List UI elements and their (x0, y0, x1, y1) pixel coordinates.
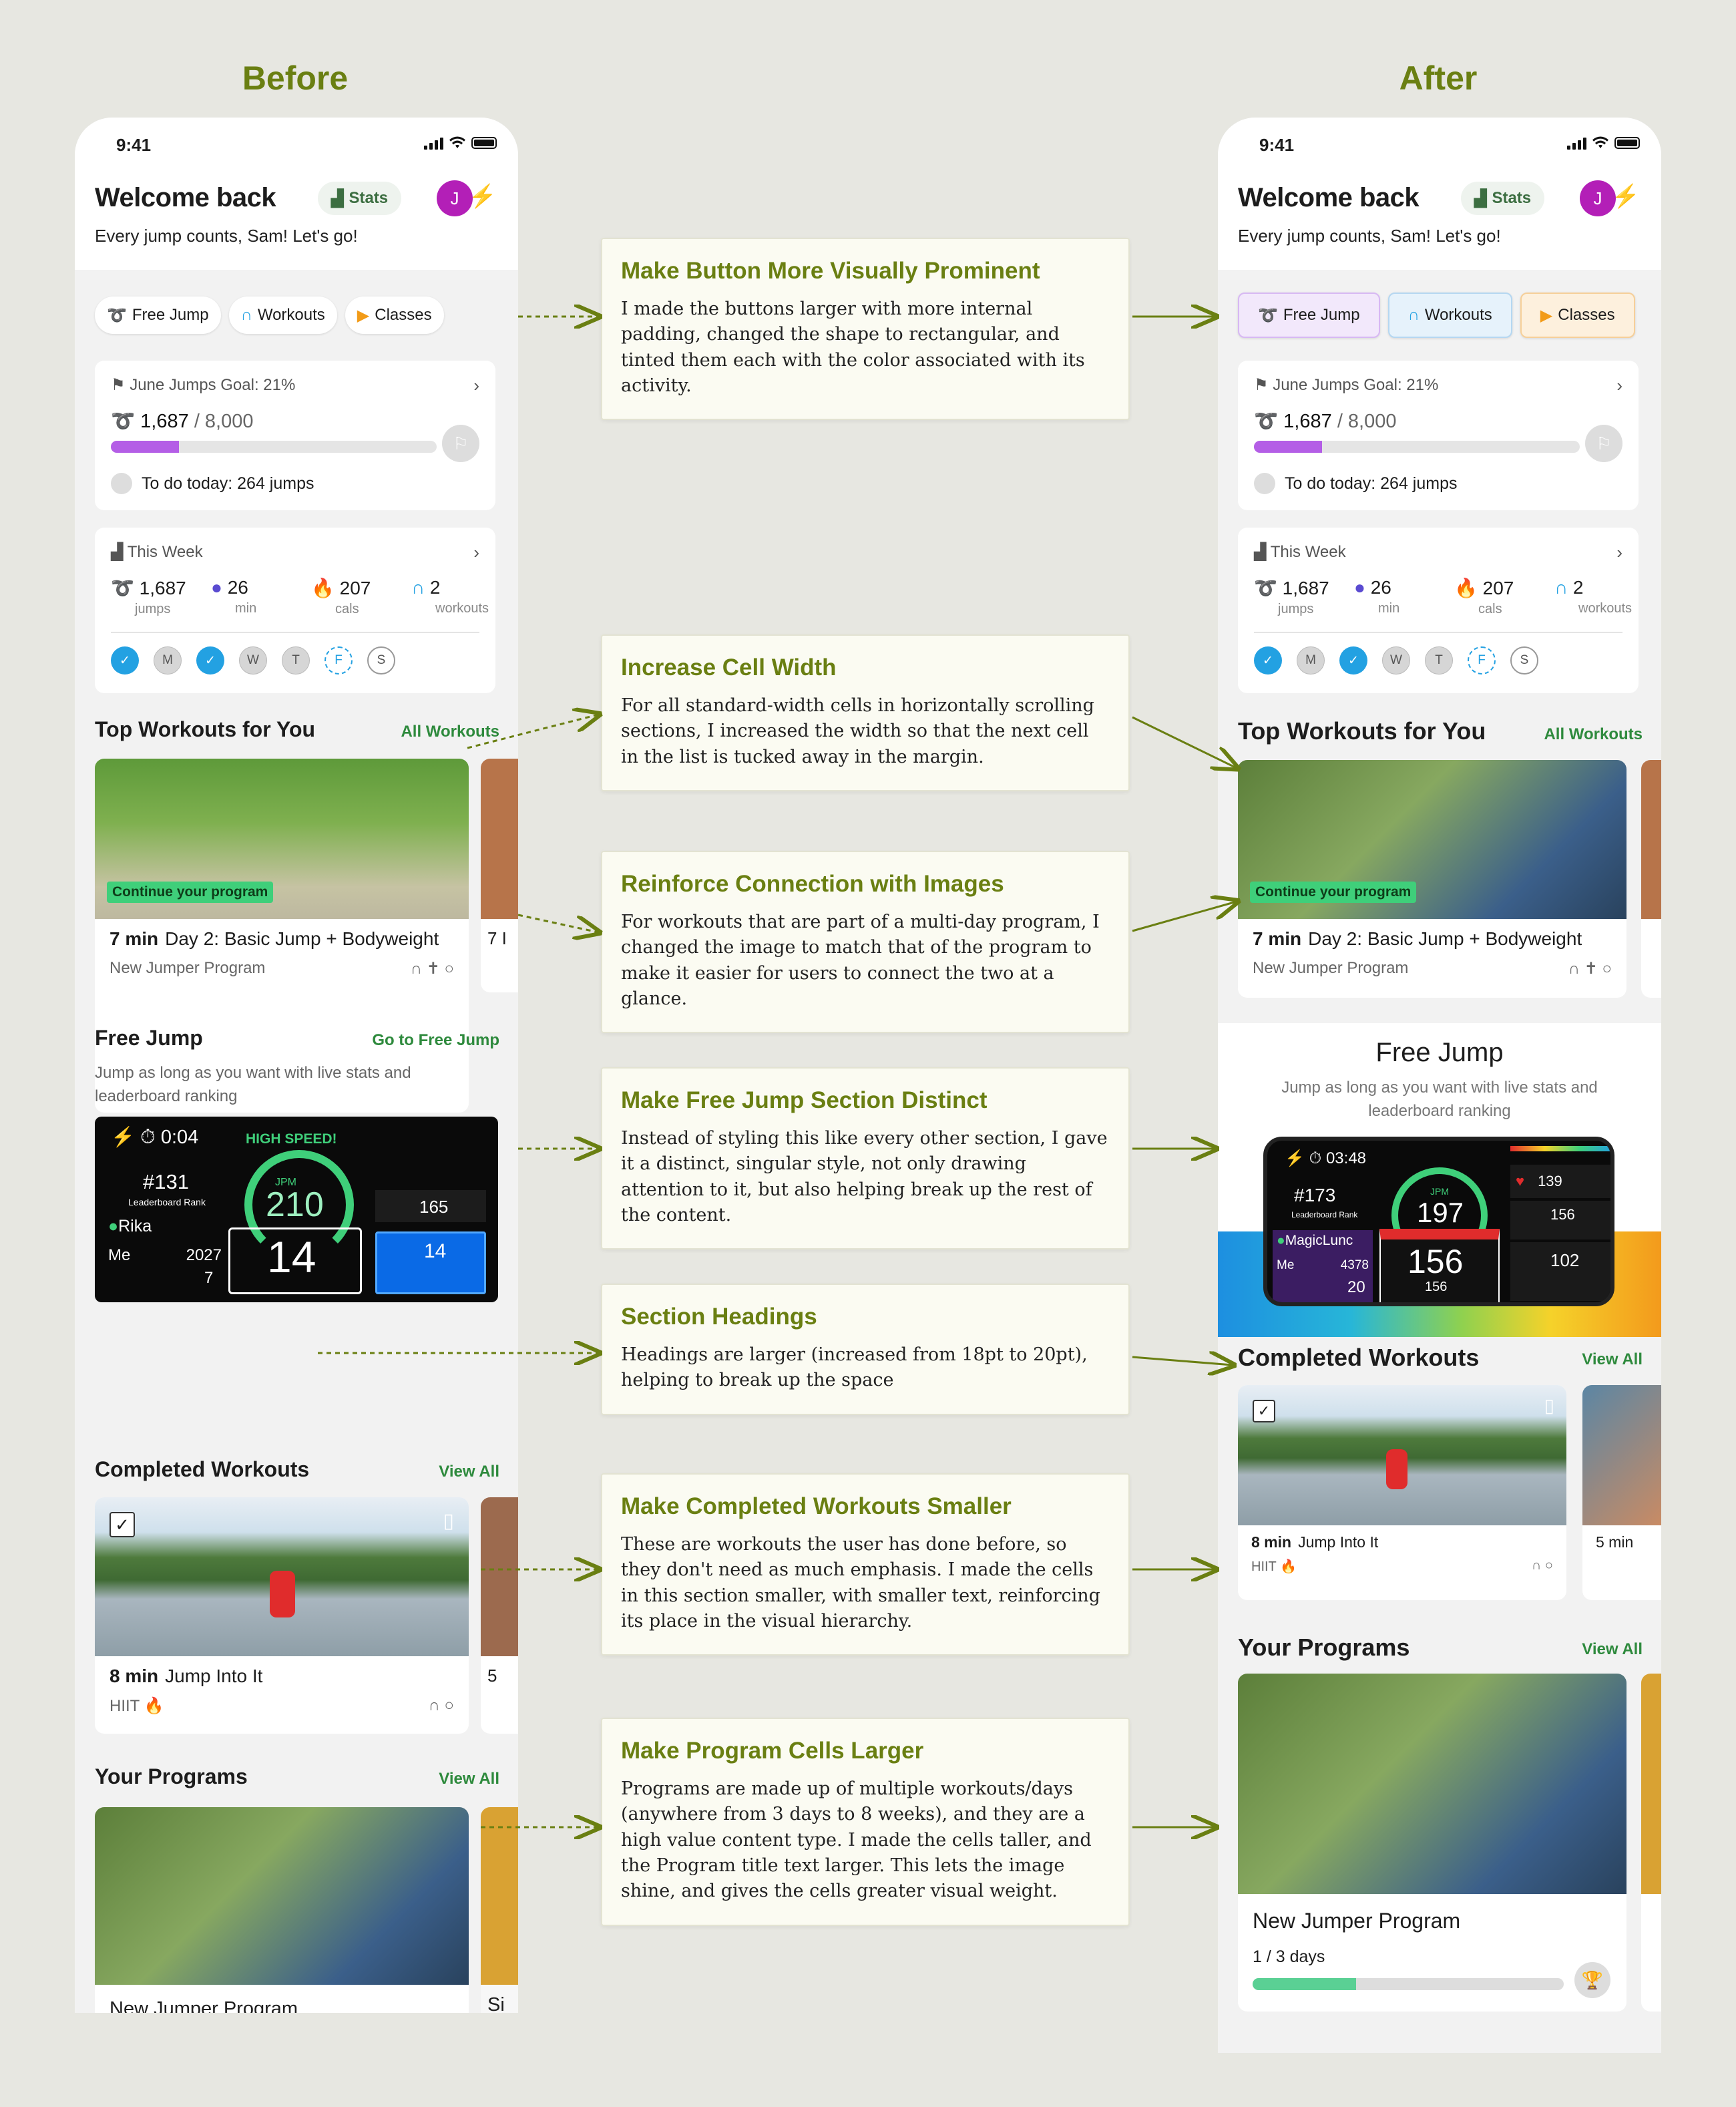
arrow-images-after (1132, 902, 1237, 932)
arrow-images-before (517, 914, 598, 932)
arrow-width-before (467, 715, 598, 749)
arrow-width-after (1132, 716, 1237, 768)
arrow-headings-after (1132, 1357, 1233, 1365)
connector-arrows (318, 0, 1736, 2107)
